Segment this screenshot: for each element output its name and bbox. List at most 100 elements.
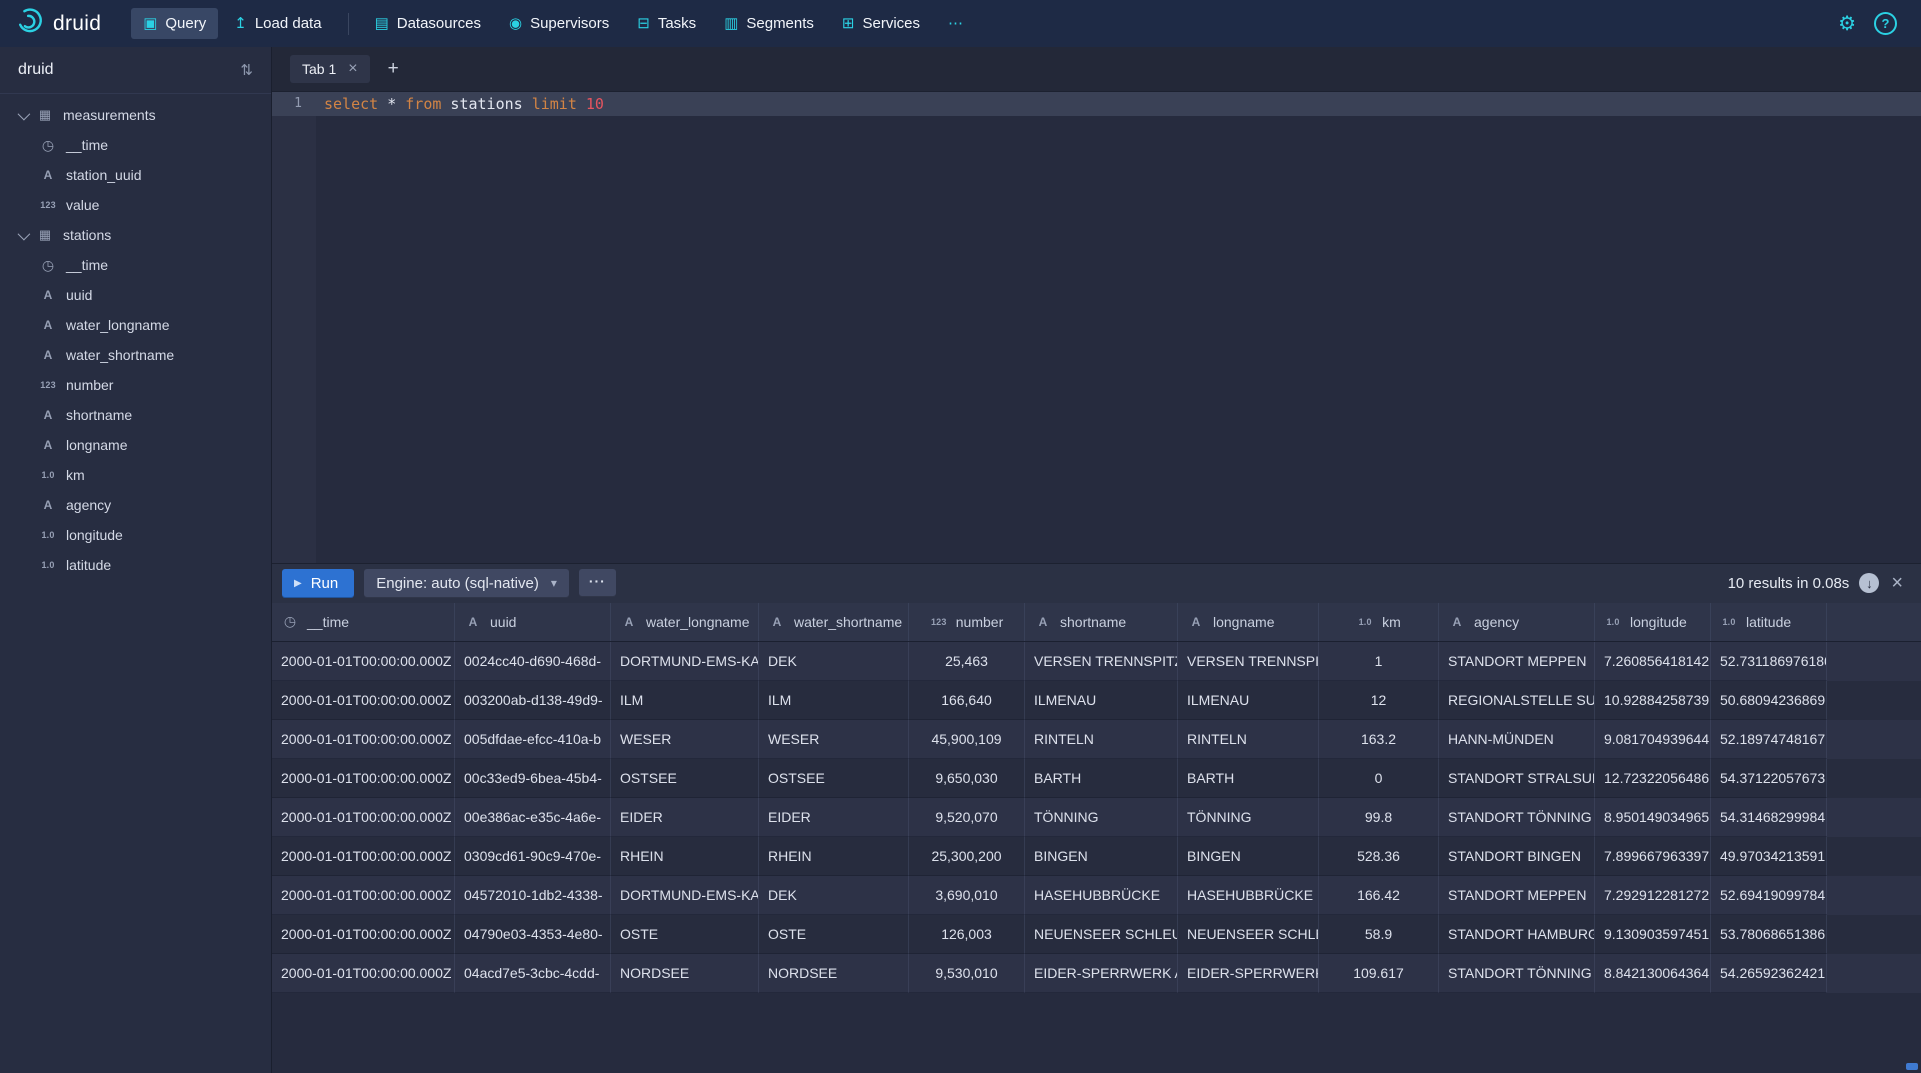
tree-column-latitude[interactable]: 1.0latitude — [0, 550, 271, 580]
cell-water-longname[interactable]: OSTSEE — [611, 759, 759, 798]
tree-column-agency[interactable]: Aagency — [0, 490, 271, 520]
cell-agency[interactable]: HANN-MÜNDEN — [1439, 720, 1595, 759]
cell-water-longname[interactable]: NORDSEE — [611, 954, 759, 993]
nav-item-supervisors[interactable]: ◉Supervisors — [497, 8, 621, 39]
tree-column-longname[interactable]: Alongname — [0, 430, 271, 460]
cell-time[interactable]: 2000-01-01T00:00:00.000Z — [272, 954, 455, 993]
column-header-longname[interactable]: Alongname — [1178, 603, 1319, 641]
cell-longname[interactable]: BINGEN — [1178, 837, 1319, 876]
cell-water-shortname[interactable]: EIDER — [759, 798, 909, 837]
cell-water-shortname[interactable]: OSTSEE — [759, 759, 909, 798]
nav-item-more[interactable]: ⋯ — [936, 9, 975, 38]
cell-number[interactable]: 9,650,030 — [909, 759, 1025, 798]
cell-shortname[interactable]: NEUENSEER SCHLEUSE — [1025, 915, 1178, 954]
cell-longname[interactable]: TÖNNING — [1178, 798, 1319, 837]
cell-water-shortname[interactable]: DEK — [759, 876, 909, 915]
tree-column-longitude[interactable]: 1.0longitude — [0, 520, 271, 550]
cell-km[interactable]: 12 — [1319, 681, 1439, 720]
cell-uuid[interactable]: 003200ab-d138-49d9- — [455, 681, 611, 720]
sql-query-text[interactable]: select * from stations limit 10 — [316, 92, 604, 116]
cell-latitude[interactable]: 54.26592362421 — [1711, 954, 1827, 993]
cell-longitude[interactable]: 10.92884258739 — [1595, 681, 1711, 720]
tree-table-stations[interactable]: ▦stations — [0, 220, 271, 250]
cell-water-longname[interactable]: DORTMUND-EMS-KANAL — [611, 876, 759, 915]
new-tab-button[interactable]: + — [378, 56, 409, 82]
cell-latitude[interactable]: 49.97034213591 — [1711, 837, 1827, 876]
cell-latitude[interactable]: 52.18974748167 — [1711, 720, 1827, 759]
engine-select[interactable]: Engine: auto (sql-native) ▾ — [364, 569, 569, 598]
cell-km[interactable]: 166.42 — [1319, 876, 1439, 915]
cell-number[interactable]: 126,003 — [909, 915, 1025, 954]
cell-number[interactable]: 25,463 — [909, 642, 1025, 681]
cell-uuid[interactable]: 0309cd61-90c9-470e- — [455, 837, 611, 876]
cell-water-shortname[interactable]: DEK — [759, 642, 909, 681]
cell-latitude[interactable]: 52.69419099784 — [1711, 876, 1827, 915]
cell-shortname[interactable]: EIDER-SPERRWERK AP — [1025, 954, 1178, 993]
column-header-water-shortname[interactable]: Awater_shortname — [759, 603, 909, 641]
more-options-button[interactable]: ··· — [579, 569, 616, 597]
cell-water-longname[interactable]: ILM — [611, 681, 759, 720]
cell-water-longname[interactable]: EIDER — [611, 798, 759, 837]
cell-uuid[interactable]: 00c33ed9-6bea-45b4- — [455, 759, 611, 798]
cell-water-shortname[interactable]: ILM — [759, 681, 909, 720]
cell-longname[interactable]: EIDER-SPERRWERK AP — [1178, 954, 1319, 993]
cell-time[interactable]: 2000-01-01T00:00:00.000Z — [272, 837, 455, 876]
tree-column-uuid[interactable]: Auuid — [0, 280, 271, 310]
cell-km[interactable]: 1 — [1319, 642, 1439, 681]
cell-number[interactable]: 9,530,010 — [909, 954, 1025, 993]
editor-line-1[interactable]: 1 select * from stations limit 10 — [272, 92, 1921, 116]
tree-column-time[interactable]: ◷__time — [0, 130, 271, 160]
column-header-time[interactable]: ◷__time — [272, 603, 455, 641]
sql-editor[interactable]: 1 select * from stations limit 10 — [272, 91, 1921, 563]
cell-time[interactable]: 2000-01-01T00:00:00.000Z — [272, 681, 455, 720]
cell-uuid[interactable]: 04acd7e5-3cbc-4cdd- — [455, 954, 611, 993]
close-tab-icon[interactable]: × — [348, 61, 357, 77]
cell-shortname[interactable]: TÖNNING — [1025, 798, 1178, 837]
cell-time[interactable]: 2000-01-01T00:00:00.000Z — [272, 915, 455, 954]
cell-km[interactable]: 163.2 — [1319, 720, 1439, 759]
cell-agency[interactable]: STANDORT BINGEN — [1439, 837, 1595, 876]
tree-column-time[interactable]: ◷__time — [0, 250, 271, 280]
nav-item-query[interactable]: ▣Query — [131, 8, 218, 39]
cell-shortname[interactable]: BARTH — [1025, 759, 1178, 798]
cell-km[interactable]: 109.617 — [1319, 954, 1439, 993]
cell-uuid[interactable]: 005dfdae-efcc-410a-b — [455, 720, 611, 759]
cell-shortname[interactable]: BINGEN — [1025, 837, 1178, 876]
tree-column-number[interactable]: 123number — [0, 370, 271, 400]
close-results-icon[interactable]: × — [1889, 573, 1905, 593]
cell-longname[interactable]: VERSEN TRENNSPITZE — [1178, 642, 1319, 681]
nav-item-datasources[interactable]: ▤Datasources — [363, 8, 493, 39]
column-header-uuid[interactable]: Auuid — [455, 603, 611, 641]
cell-number[interactable]: 45,900,109 — [909, 720, 1025, 759]
settings-gear-icon[interactable]: ⚙ — [1838, 14, 1856, 34]
cell-longitude[interactable]: 9.130903597451 — [1595, 915, 1711, 954]
cell-latitude[interactable]: 50.68094236869 — [1711, 681, 1827, 720]
cell-latitude[interactable]: 52.731186976180 — [1711, 642, 1827, 681]
cell-agency[interactable]: STANDORT MEPPEN — [1439, 876, 1595, 915]
cell-number[interactable]: 166,640 — [909, 681, 1025, 720]
cell-uuid[interactable]: 04572010-1db2-4338- — [455, 876, 611, 915]
cell-longitude[interactable]: 8.842130064364 — [1595, 954, 1711, 993]
column-header-water-longname[interactable]: Awater_longname — [611, 603, 759, 641]
cell-uuid[interactable]: 0024cc40-d690-468d- — [455, 642, 611, 681]
cell-km[interactable]: 58.9 — [1319, 915, 1439, 954]
cell-water-shortname[interactable]: WESER — [759, 720, 909, 759]
cell-time[interactable]: 2000-01-01T00:00:00.000Z — [272, 642, 455, 681]
cell-time[interactable]: 2000-01-01T00:00:00.000Z — [272, 759, 455, 798]
cell-longname[interactable]: BARTH — [1178, 759, 1319, 798]
cell-time[interactable]: 2000-01-01T00:00:00.000Z — [272, 720, 455, 759]
cell-latitude[interactable]: 54.37122057673 — [1711, 759, 1827, 798]
run-button[interactable]: ▶ Run — [282, 569, 354, 598]
cell-water-shortname[interactable]: NORDSEE — [759, 954, 909, 993]
cell-km[interactable]: 0 — [1319, 759, 1439, 798]
cell-number[interactable]: 9,520,070 — [909, 798, 1025, 837]
cell-longitude[interactable]: 8.950149034965 — [1595, 798, 1711, 837]
cell-longitude[interactable]: 9.081704939644 — [1595, 720, 1711, 759]
cell-agency[interactable]: STANDORT STRALSUND — [1439, 759, 1595, 798]
column-header-agency[interactable]: Aagency — [1439, 603, 1595, 641]
cell-agency[interactable]: STANDORT MEPPEN — [1439, 642, 1595, 681]
tree-column-water-longname[interactable]: Awater_longname — [0, 310, 271, 340]
cell-water-longname[interactable]: RHEIN — [611, 837, 759, 876]
cell-km[interactable]: 528.36 — [1319, 837, 1439, 876]
cell-number[interactable]: 3,690,010 — [909, 876, 1025, 915]
